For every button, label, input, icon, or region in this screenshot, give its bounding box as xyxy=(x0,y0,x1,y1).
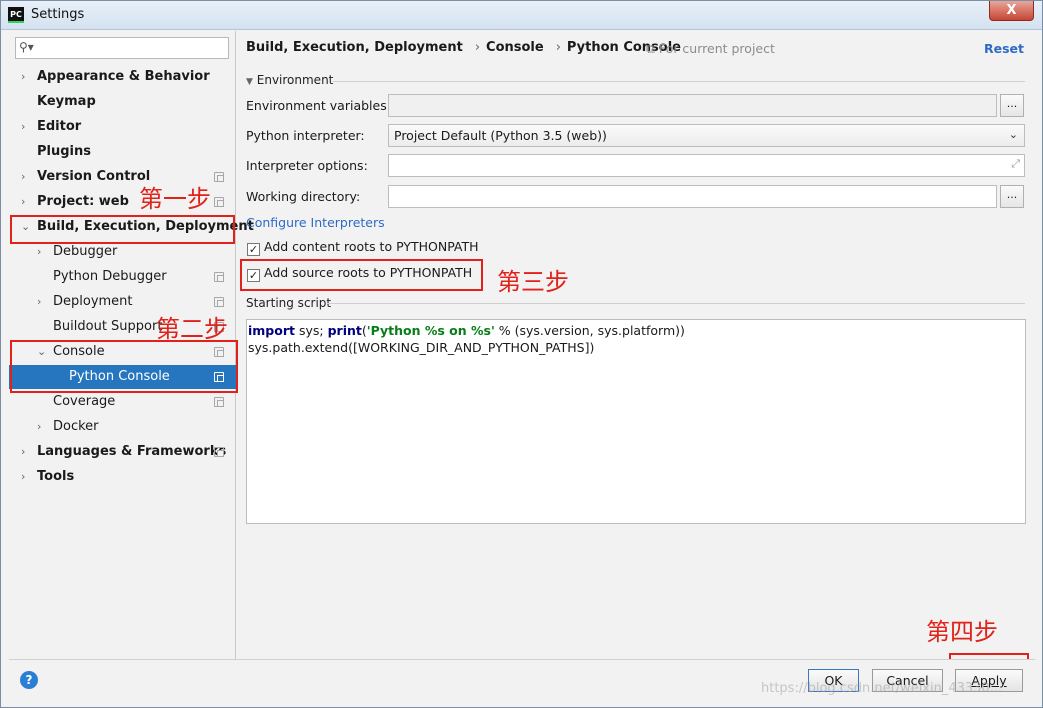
reset-link[interactable]: Reset xyxy=(984,41,1024,56)
sidebar-item-label: Python Debugger xyxy=(53,269,167,284)
script-line-1: import sys; print('Python %s on %s' % (s… xyxy=(248,323,685,338)
sidebar-item-label: Plugins xyxy=(37,144,91,159)
chevron-right-icon[interactable]: › xyxy=(37,290,41,314)
close-button[interactable]: X xyxy=(989,1,1034,21)
sidebar-item-label: Languages & Frameworks xyxy=(37,444,227,459)
title-bar[interactable]: PC Settings X xyxy=(1,1,1042,30)
starting-script-editor[interactable]: import sys; print('Python %s on %s' % (s… xyxy=(246,319,1026,524)
sidebar-item-appearance-behavior[interactable]: › Appearance & Behavior xyxy=(9,65,236,89)
environment-section[interactable]: ▼ Environment xyxy=(246,73,333,87)
content-roots-checkbox-row[interactable]: ✓ Add content roots to PYTHONPATH xyxy=(247,239,479,256)
watermark: https://blog.csdn.net/weixin_43330... xyxy=(761,681,1003,696)
project-scope-copy-icon xyxy=(214,397,224,407)
script-line-2: sys.path.extend([WORKING_DIR_AND_PYTHON_… xyxy=(248,340,595,355)
breadcrumb-separator: › xyxy=(555,40,561,55)
env-vars-field[interactable] xyxy=(388,94,997,117)
content-roots-checkbox[interactable]: ✓ xyxy=(247,243,260,256)
source-roots-label: Add source roots to PYTHONPATH xyxy=(264,265,473,280)
configure-interpreters-link[interactable]: Configure Interpreters xyxy=(246,215,385,230)
content-roots-label: Add content roots to PYTHONPATH xyxy=(264,239,479,254)
sidebar-item-label: Editor xyxy=(37,119,82,134)
source-roots-checkbox[interactable]: ✓ xyxy=(247,269,260,282)
divider xyxy=(333,81,1025,82)
chevron-right-icon[interactable]: › xyxy=(21,190,25,214)
interpreter-label: Python interpreter: xyxy=(246,128,365,143)
chevron-right-icon[interactable]: › xyxy=(21,440,25,464)
step3-annotation: 第三步 xyxy=(497,268,569,296)
chevron-down-icon: ⌄ xyxy=(1008,128,1018,141)
sidebar-item-label: Project: web xyxy=(37,194,129,209)
breadcrumb-separator: › xyxy=(474,40,481,55)
step1-annotation: 第一步 xyxy=(139,185,211,213)
working-directory-field[interactable] xyxy=(388,185,997,208)
search-input[interactable]: ⚲▾ xyxy=(15,37,229,59)
project-scope-copy-icon xyxy=(214,297,224,307)
step2-highlight-box xyxy=(10,340,238,393)
step2-annotation: 第二步 xyxy=(156,315,228,343)
sidebar-item-languages-frameworks[interactable]: › Languages & Frameworks xyxy=(9,440,236,464)
breadcrumb-build: Build, Execution, Deployment xyxy=(246,40,463,55)
sidebar-item-label: Keymap xyxy=(37,94,96,109)
copy-icon: ⧉ xyxy=(646,41,655,56)
sidebar-item-keymap[interactable]: Keymap xyxy=(9,90,236,114)
sidebar-item-tools[interactable]: › Tools xyxy=(9,465,236,489)
collapse-arrow-icon: ▼ xyxy=(246,77,253,87)
sidebar-item-label: Tools xyxy=(37,469,75,484)
sidebar-item-label: Version Control xyxy=(37,169,151,184)
working-directory-browse-button[interactable]: ... xyxy=(1000,185,1024,208)
env-vars-label: Environment variables: xyxy=(246,98,391,113)
pycharm-app-icon: PC xyxy=(8,7,24,23)
expand-icon[interactable]: ⤢ xyxy=(1011,157,1020,171)
chevron-right-icon[interactable]: › xyxy=(37,415,41,439)
scope-label: ⧉ For current project xyxy=(646,41,775,57)
sidebar-item-label: Coverage xyxy=(53,394,116,409)
sidebar-item-label: Deployment xyxy=(53,294,133,309)
scope-text: For current project xyxy=(658,41,775,56)
project-scope-copy-icon xyxy=(214,447,224,457)
step4-annotation: 第四步 xyxy=(926,618,998,646)
env-vars-browse-button[interactable]: ... xyxy=(1000,94,1024,117)
working-directory-label: Working directory: xyxy=(246,189,361,204)
breadcrumb-console: Console xyxy=(486,40,544,55)
project-scope-copy-icon xyxy=(214,272,224,282)
interpreter-select[interactable]: Project Default (Python 3.5 (web)) ⌄ xyxy=(388,124,1025,147)
breadcrumb: Build, Execution, Deployment › Console › Pyt… xyxy=(246,40,687,55)
project-scope-copy-icon xyxy=(214,172,224,182)
interpreter-options-label: Interpreter options: xyxy=(246,158,368,173)
search-icon: ⚲▾ xyxy=(19,40,34,54)
interpreter-options-field[interactable]: ⤢ xyxy=(388,154,1025,177)
chevron-right-icon[interactable]: › xyxy=(21,165,25,189)
sidebar-item-label: Buildout Support xyxy=(53,319,163,334)
interpreter-value: Project Default (Python 3.5 (web)) xyxy=(394,128,607,143)
environment-title: Environment xyxy=(256,73,334,87)
chevron-right-icon[interactable]: › xyxy=(21,465,25,489)
chevron-right-icon[interactable]: › xyxy=(21,115,25,139)
source-roots-checkbox-row[interactable]: ✓ Add source roots to PYTHONPATH xyxy=(247,265,472,282)
window-title: Settings xyxy=(31,7,85,22)
help-icon[interactable]: ? xyxy=(20,671,38,689)
sidebar-item-coverage[interactable]: Coverage xyxy=(9,390,236,414)
settings-window: PC Settings X ⚲▾ › Appearance & Behavior K… xyxy=(0,0,1043,708)
sidebar-item-python-debugger[interactable]: Python Debugger xyxy=(9,265,236,289)
divider xyxy=(327,303,1025,304)
step1-highlight-box xyxy=(10,215,235,244)
starting-script-label: Starting script xyxy=(246,296,332,310)
project-scope-copy-icon xyxy=(214,197,224,207)
sidebar-item-docker[interactable]: › Docker xyxy=(9,415,236,439)
chevron-right-icon[interactable]: › xyxy=(21,65,25,89)
sidebar-item-label: Docker xyxy=(53,419,99,434)
sidebar-item-label: Appearance & Behavior xyxy=(37,69,210,84)
sidebar-item-plugins[interactable]: Plugins xyxy=(9,140,236,164)
sidebar-item-editor[interactable]: › Editor xyxy=(9,115,236,139)
